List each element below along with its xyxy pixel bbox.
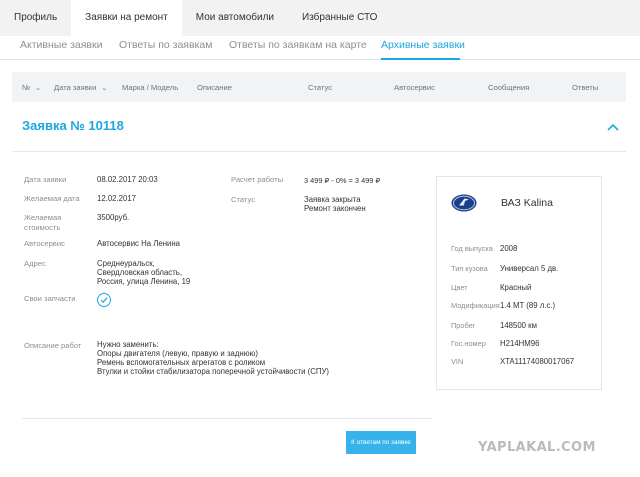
column-messages: Сообщения [488,83,530,92]
tab-profile[interactable]: Профиль [0,0,71,36]
date-value: 08.02.2017 20:03 [97,175,158,184]
subtab-archive[interactable]: Архивные заявки [381,39,465,51]
address-label: Адрес [24,259,46,268]
column-description: Описание [197,83,232,92]
request-card-header[interactable]: Заявка № 10118 [12,104,626,152]
status-label: Статус [231,195,256,204]
subtab-answers-map[interactable]: Ответы по заявкам на карте [229,39,367,51]
car-name: ВАЗ Kalina [501,197,553,209]
desired-cost-value: 3500руб. [97,213,130,222]
divider [22,418,432,419]
subtab-answers[interactable]: Ответы по заявкам [119,39,212,51]
chevron-down-icon: ⌄ [35,85,42,92]
tab-repair-requests[interactable]: Заявки на ремонт [71,0,182,36]
column-number[interactable]: № ⌄ [22,83,41,92]
car-color-label: Цвет [451,283,468,292]
address-line: Россия, улица Ленина, 19 [97,277,191,286]
active-subtab-underline [381,58,460,60]
column-service: Автосервис [394,83,435,92]
car-mileage-label: Пробег [451,321,476,330]
chevron-up-icon[interactable] [606,120,620,134]
car-body-label: Тип кузова [451,264,488,273]
desired-date-label: Желаемая дата [24,194,80,203]
car-vin-label: VIN [451,357,464,366]
sub-tabs: Активные заявки Ответы по заявкам Ответы… [0,36,640,60]
request-card: Заявка № 10118 Дата заявки 08.02.2017 20… [12,104,626,477]
column-status: Статус [308,83,333,92]
watermark: YAPLAKAL.COM [478,440,596,455]
car-color-value: Красный [500,283,532,292]
request-title: Заявка № 10118 [22,118,124,133]
service-label: Автосервис [24,239,65,248]
table-header: № ⌄ Дата заявки ⌄ Марка / Модель Описание … [12,72,626,102]
work-description-line: Втулки и стойки стабилизатора поперечной… [97,367,329,376]
desired-cost-label-2: стоимость [24,223,61,232]
subtab-active-requests[interactable]: Активные заявки [20,39,102,51]
status-line: Ремонт закончен [304,204,366,213]
car-plate-label: Гос.номер [451,339,486,348]
car-year-value: 2008 [500,244,518,253]
tab-my-cars[interactable]: Мои автомобили [182,0,288,36]
check-circle-icon [97,293,111,307]
date-label: Дата заявки [24,175,67,184]
top-tabs: Профиль Заявки на ремонт Мои автомобили … [0,0,640,36]
car-plate-value: Н214НМ96 [500,339,540,348]
car-modification-label: Модификация [451,301,500,310]
column-date[interactable]: Дата заявки ⌄ [54,83,107,92]
car-vin-value: XTA11174080017067 [500,357,575,366]
tab-favorite-services[interactable]: Избранные СТО [288,0,391,36]
service-value: Автосервис На Ленина [97,239,181,248]
desired-date-value: 12.02.2017 [97,194,137,203]
to-answers-button[interactable]: К ответам по заявке [346,431,416,454]
car-panel: ВАЗ Kalina Год выпуска 2008 Тип кузова У… [436,176,602,390]
own-parts-label: Свои запчасти [24,294,76,303]
column-answers: Ответы [572,83,599,92]
car-modification-value: 1.4 MT (89 л.с.) [500,301,556,310]
desired-cost-label: Желаемая [24,213,62,222]
car-mileage-value: 148500 км [500,321,537,330]
car-year-label: Год выпуска [451,244,493,253]
lada-logo-icon [451,194,477,212]
calc-label: Расчет работы [231,175,284,184]
column-model: Марка / Модель [122,83,179,92]
chevron-down-icon: ⌄ [101,85,108,92]
calc-value: 3 499 ₽ - 0% = 3 499 ₽ [304,176,381,185]
work-description-label: Описание работ [24,341,82,350]
car-body-value: Универсал 5 дв. [500,264,559,273]
